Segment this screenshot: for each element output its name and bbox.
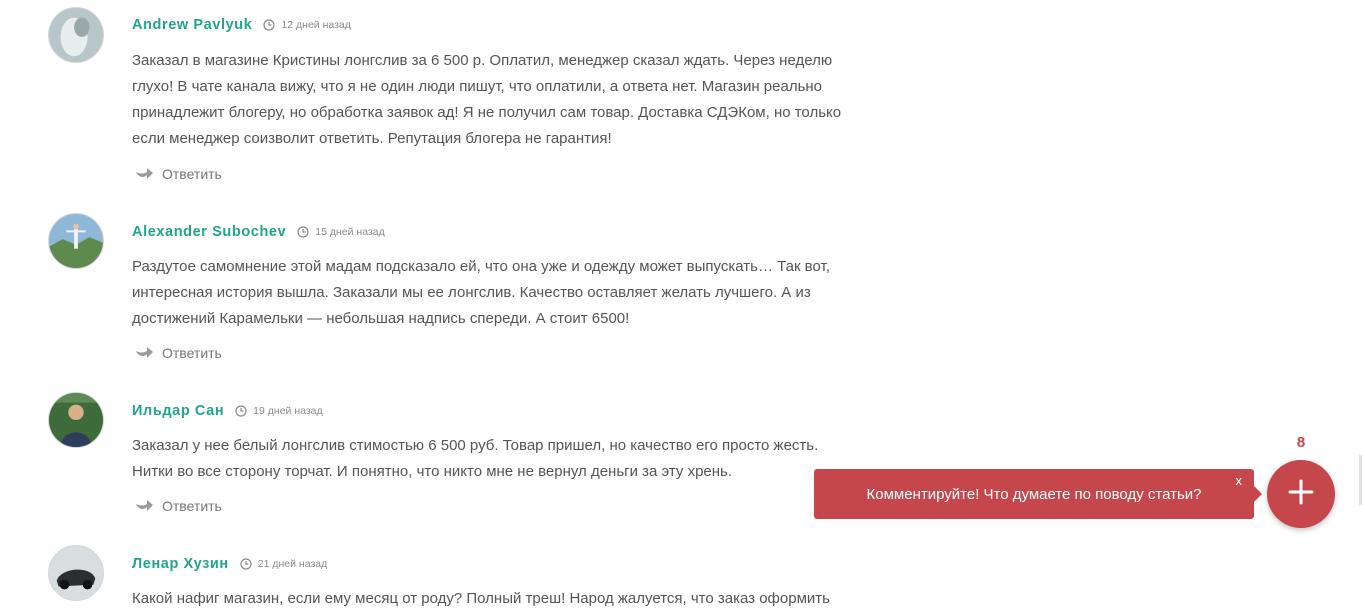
author-name[interactable]: Andrew Pavlyuk — [132, 17, 252, 33]
comment-line: глухо! В чате канала вижу, что я не один… — [132, 78, 823, 95]
reply-label: Ответить — [162, 498, 222, 514]
reply-arrow-icon — [134, 166, 154, 182]
comment-text: Раздутое самомнение этой мадам подсказал… — [132, 254, 892, 332]
reply-button[interactable]: Ответить — [134, 166, 222, 182]
comment-line: Заказал у нее белый лонгслив стимостью 6… — [132, 437, 819, 454]
comment-text: Какой нафиг магазин, если ему месяц от р… — [132, 586, 892, 612]
add-comment-button[interactable] — [1267, 460, 1335, 528]
comment-date: 19 дней назад — [253, 405, 323, 417]
comment-date: 21 дней назад — [257, 558, 328, 570]
comment-date: 12 дней назад — [281, 19, 351, 31]
comment-header: Ильдар Сан 19 дней назад — [132, 403, 323, 419]
comment-prompt-text: Комментируйте! Что думаете по поводу ста… — [866, 485, 1202, 503]
reply-arrow-icon — [134, 345, 154, 361]
avatar[interactable] — [48, 213, 104, 269]
clock-icon — [297, 226, 309, 238]
prompt-pointer — [1254, 486, 1262, 502]
plus-icon — [1288, 479, 1314, 510]
comment-line: Раздутое самомнение этой мадам подсказал… — [132, 258, 830, 275]
author-name[interactable]: Alexander Subochev — [132, 224, 286, 240]
comment-text: Заказал в магазине Кристины лонгслив за … — [132, 48, 892, 152]
avatar[interactable] — [48, 7, 104, 63]
avatar[interactable] — [48, 545, 104, 601]
comment-date: 15 дней назад — [315, 226, 385, 238]
comment-count: 8 — [1296, 434, 1306, 451]
comment-line: Нитки во все сторону торчат. И понятно, … — [132, 463, 733, 480]
close-button[interactable]: x — [1236, 474, 1243, 488]
clock-icon — [263, 19, 276, 31]
author-name[interactable]: Ильдар Сан — [132, 403, 224, 419]
comment-header: Ленар Хузин 21 дней назад — [132, 556, 327, 572]
comment-header: Andrew Pavlyuk 12 дней назад — [132, 17, 351, 33]
comment-line: интересная история вышла. Заказали мы ее… — [132, 284, 811, 301]
comment-line: Заказал в магазине Кристины лонгслив за … — [132, 52, 833, 69]
comment-line: Какой нафиг магазин, если ему месяц от р… — [132, 590, 830, 607]
comment-line: достижений Карамельки — небольшая надпис… — [132, 310, 630, 327]
comment-text: Заказал у нее белый лонгслив стимостью 6… — [132, 433, 892, 485]
comment-header: Alexander Subochev 15 дней назад — [132, 224, 385, 240]
reply-button[interactable]: Ответить — [134, 498, 222, 514]
reply-button[interactable]: Ответить — [134, 345, 222, 361]
avatar[interactable] — [48, 392, 104, 448]
reply-label: Ответить — [162, 166, 222, 182]
scrollbar[interactable] — [1359, 455, 1362, 505]
clock-icon — [235, 405, 247, 417]
author-name[interactable]: Ленар Хузин — [132, 556, 229, 572]
reply-label: Ответить — [162, 345, 222, 361]
comment-line: принадлежит блогеру, но обработка заявок… — [132, 104, 842, 121]
reply-arrow-icon — [134, 498, 154, 514]
comment-prompt-banner[interactable]: Комментируйте! Что думаете по поводу ста… — [814, 469, 1262, 519]
comment-line: если менеджер соизволит ответить. Репута… — [132, 130, 612, 147]
clock-icon — [240, 558, 252, 570]
